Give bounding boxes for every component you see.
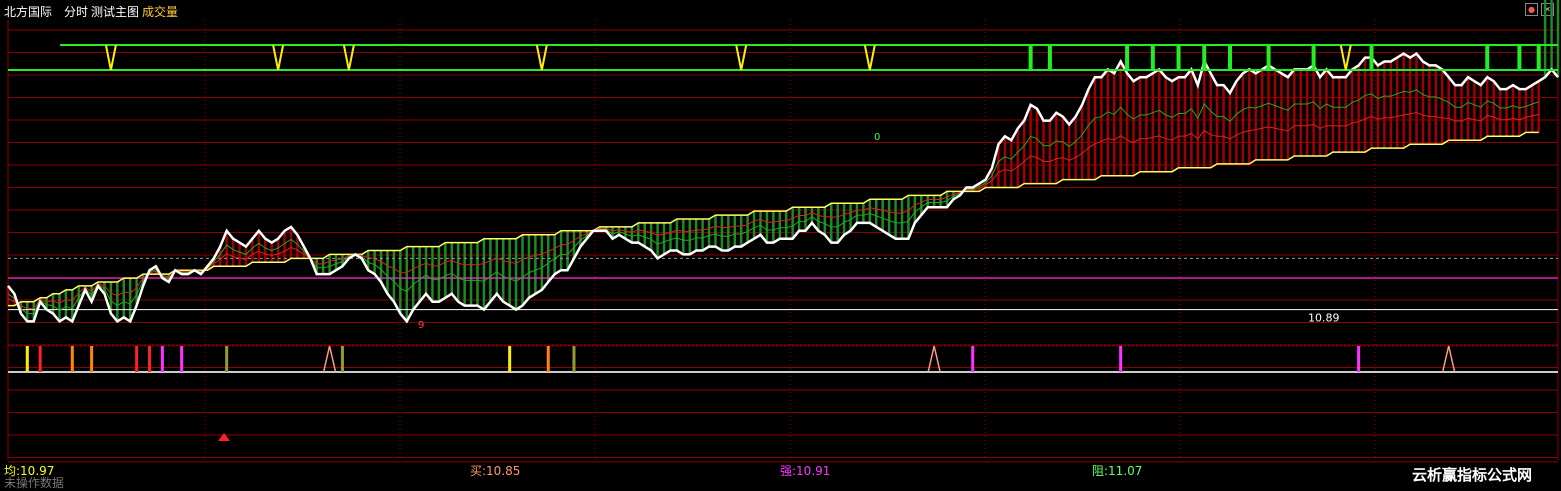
signal-bar [225,346,229,372]
band-marker-green [1150,45,1155,70]
signal-bar [340,346,344,372]
band-marker-green [1202,45,1207,70]
ma-line-green [7,89,1539,314]
intraday-chart: 10.89 9 0 [6,0,1560,463]
watermark: 云析赢指标公式网 [1412,466,1533,484]
band-marker-yellow [1339,44,1352,71]
price-label: 10.89 [1308,312,1340,325]
signal-bar [38,346,42,372]
band-marker-yellow [735,44,748,71]
signal-bar [90,346,94,372]
signal-bar [1119,346,1123,372]
band-marker-green [1369,45,1374,70]
band-marker-green [1266,45,1271,70]
band-marker-yellow [863,44,876,71]
marker-label: 9 [418,320,424,331]
buy-value: 买:10.85 [470,464,521,478]
signal-bar [572,346,576,372]
signal-peak [322,345,337,373]
band-marker-green [1536,45,1541,70]
band-marker-green [1311,45,1316,70]
signal-bar [180,346,184,372]
signal-peak [1441,345,1456,373]
signal-bar [508,346,512,372]
footer-note: 未操作数据 [4,476,65,490]
strong-value: 强:10.91 [780,464,831,478]
band-marker-green [1028,45,1033,70]
band-marker-yellow [535,44,548,71]
resist-value: 阻:11.07 [1092,464,1143,478]
band-marker-green [1227,45,1232,70]
signal-peak [927,345,941,373]
band-marker-yellow [342,44,355,71]
signal-bar [70,346,74,372]
band-marker-green [1176,45,1181,70]
signal-bar [147,346,151,372]
marker-label: 0 [874,132,880,143]
signal-bar [160,346,164,372]
signal-bar [135,346,139,372]
band-marker-green [1517,45,1522,70]
band-marker-green [1125,45,1130,70]
signal-bar [1357,346,1361,372]
band-marker-green [1485,45,1490,70]
band-marker-green [1047,45,1052,70]
footer-bar: 均:10.97 未操作数据 买:10.85 强:10.91 阻:11.07 云析… [0,462,1561,490]
signal-bar [971,346,975,372]
band-marker-yellow [272,44,285,71]
triangle-up-icon [218,433,230,441]
signal-bar [546,346,550,372]
signal-bar [25,346,29,372]
band-marker-yellow [104,44,117,71]
